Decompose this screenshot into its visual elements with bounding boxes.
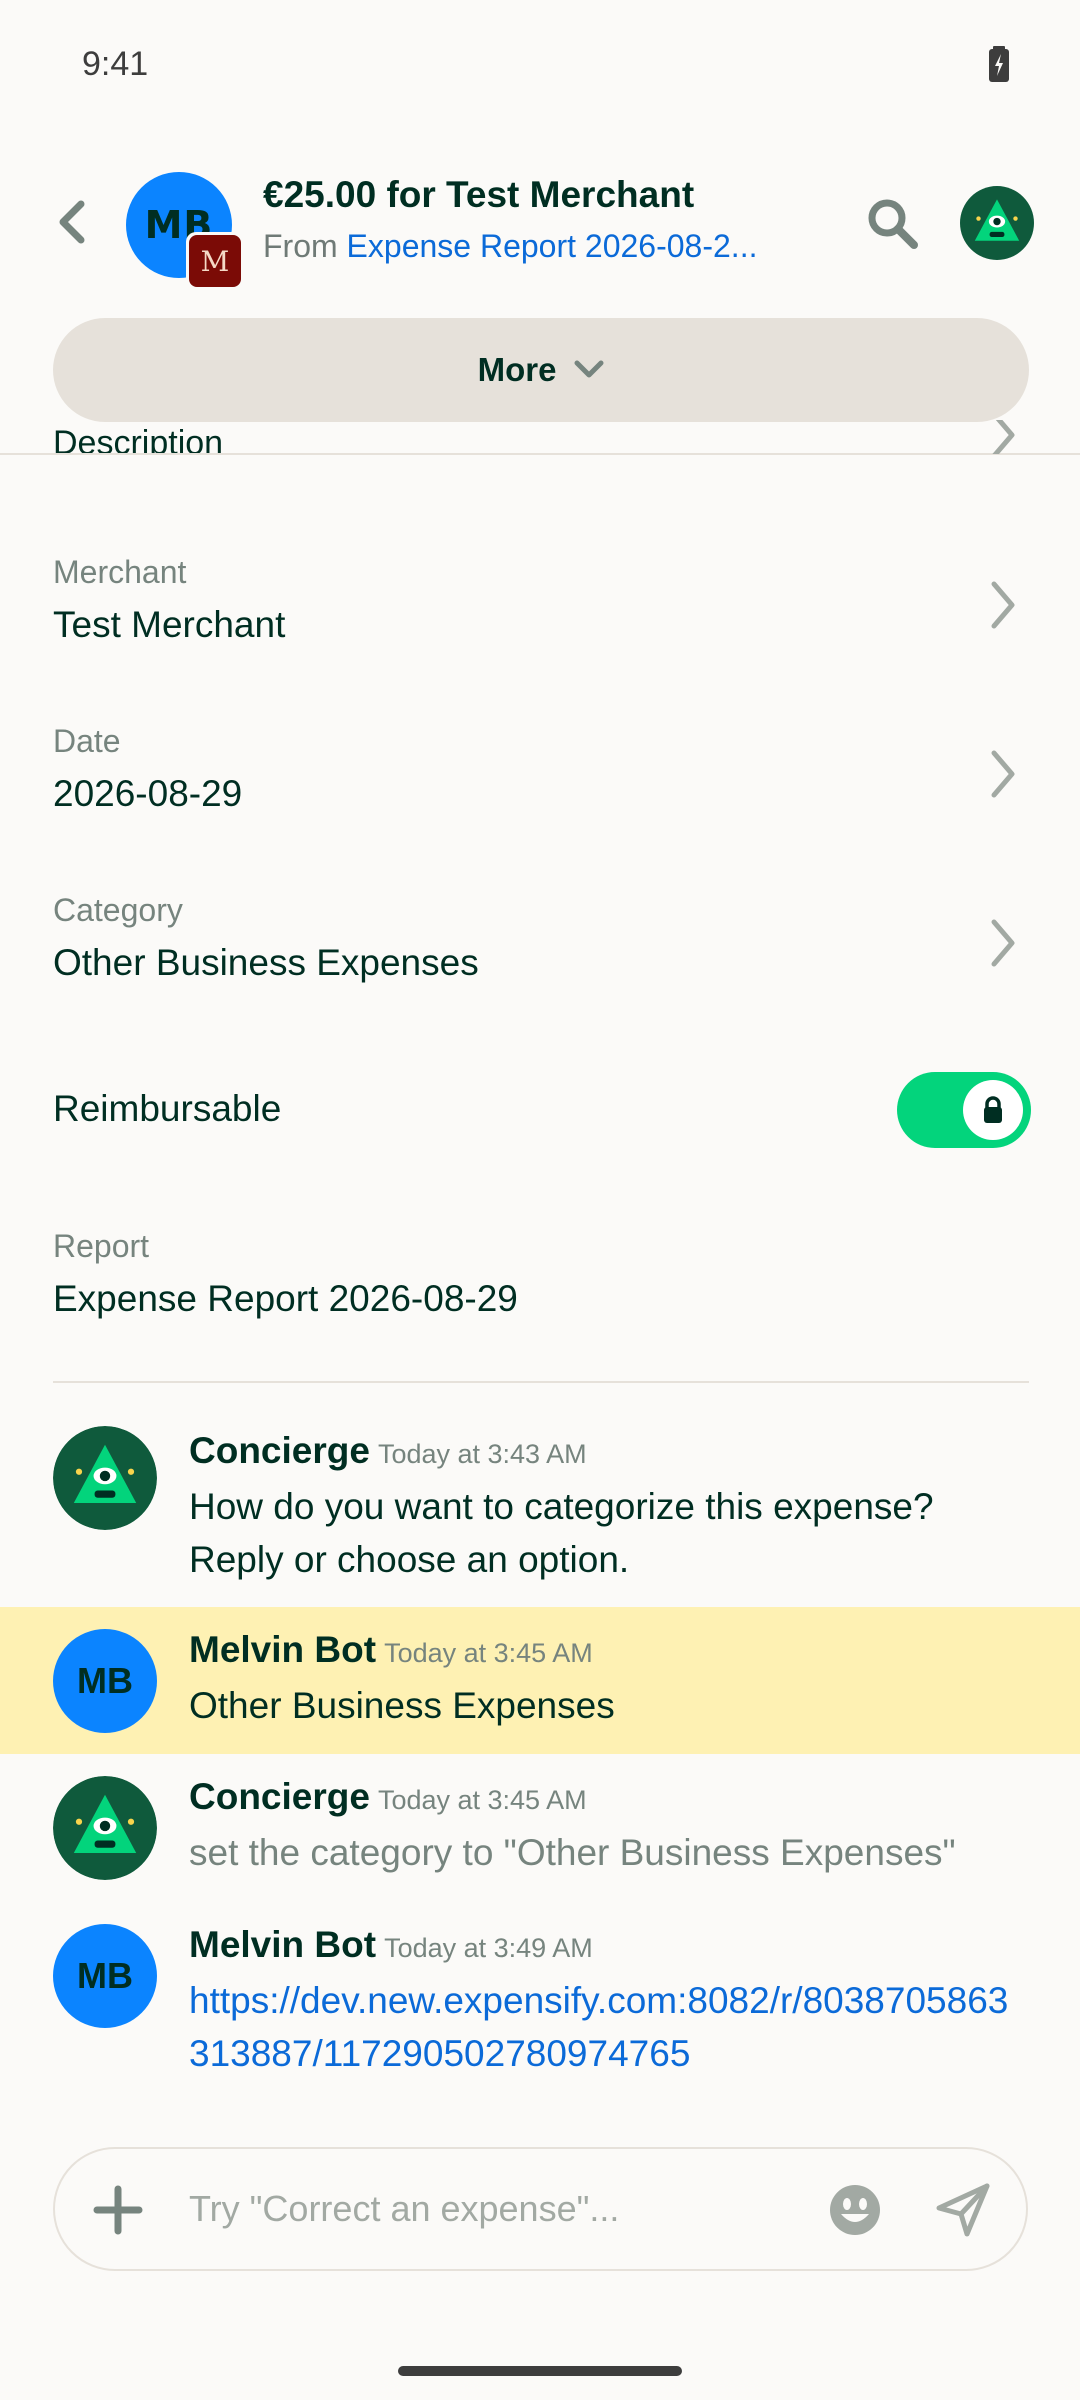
report-subtitle: From Expense Report 2026-08-2...: [263, 228, 803, 265]
report-row: Report Expense Report 2026-08-29: [0, 1228, 1080, 1388]
message-author[interactable]: Concierge: [189, 1776, 370, 1817]
category-row[interactable]: Category Other Business Expenses: [0, 892, 1080, 1052]
reimbursable-label: Reimbursable: [53, 1088, 282, 1129]
status-time: 9:41: [82, 44, 149, 83]
merchant-label: Merchant: [53, 554, 187, 590]
message-text: How do you want to categorize this expen…: [189, 1486, 934, 1580]
emoji-icon[interactable]: [827, 2182, 883, 2238]
back-arrow-icon: [59, 200, 85, 244]
status-bar: 9:41: [0, 0, 1080, 128]
avatar[interactable]: MB: [53, 1924, 157, 2028]
category-label: Category: [53, 892, 183, 928]
merchant-value: Test Merchant: [53, 604, 286, 645]
message-author[interactable]: Concierge: [189, 1430, 370, 1471]
chevron-right-icon: [992, 420, 1015, 454]
message-time: Today at 3:43 AM: [377, 1439, 587, 1469]
message-author[interactable]: Melvin Bot: [189, 1629, 376, 1670]
concierge-icon[interactable]: [53, 1426, 157, 1530]
page-title: €25.00 for Test Merchant: [263, 174, 695, 215]
avatar-initials: MB: [77, 1660, 133, 1701]
back-button[interactable]: [48, 192, 96, 252]
date-label: Date: [53, 723, 121, 759]
description-label-clipped: Description: [53, 424, 224, 453]
merchant-row[interactable]: Merchant Test Merchant: [0, 554, 1080, 714]
home-indicator[interactable]: [398, 2366, 682, 2376]
report-link[interactable]: Expense Report 2026-08-2...: [347, 228, 758, 264]
header-divider: [0, 453, 1080, 455]
message-time: Today at 3:45 AM: [377, 1785, 587, 1815]
toggle-knob: [963, 1080, 1023, 1140]
report-value: Expense Report 2026-08-29: [53, 1278, 518, 1319]
message-text: Other Business Expenses: [189, 1685, 615, 1726]
report-header: MB M €25.00 for Test Merchant From Expen…: [0, 140, 1080, 304]
concierge-icon: [960, 186, 1034, 260]
chat-message[interactable]: MB Melvin Bot Today at 3:49 AM https://de…: [0, 1902, 1080, 2102]
more-label: More: [477, 351, 557, 388]
message-text: set the category to "Other Business Expe…: [189, 1832, 956, 1873]
report-label: Report: [53, 1228, 150, 1264]
from-label: From: [263, 228, 338, 264]
chat-message[interactable]: Concierge Today at 3:45 AM set the catego…: [0, 1754, 1080, 1902]
message-composer: [53, 2147, 1028, 2271]
chevron-right-icon: [991, 919, 1015, 967]
composer-input[interactable]: [189, 2179, 829, 2239]
avatar[interactable]: MB: [53, 1629, 157, 1733]
message-time: Today at 3:45 AM: [384, 1638, 593, 1668]
plus-icon[interactable]: [91, 2183, 145, 2237]
section-divider: [53, 1381, 1029, 1383]
message-author[interactable]: Melvin Bot: [189, 1924, 376, 1965]
chat-message[interactable]: Concierge Today at 3:43 AM How do you wan…: [0, 1410, 1080, 1606]
more-button[interactable]: More: [53, 318, 1029, 422]
chevron-right-icon: [991, 581, 1015, 629]
lock-icon: [984, 1096, 1002, 1123]
chevron-down-icon: [574, 360, 604, 378]
category-value: Other Business Expenses: [53, 942, 479, 983]
reimbursable-toggle[interactable]: [897, 1072, 1031, 1148]
search-icon: [868, 199, 918, 249]
workspace-avatar: M: [186, 232, 244, 290]
concierge-icon[interactable]: [53, 1776, 157, 1880]
message-link[interactable]: https://dev.new.expensify.com:8082/r/803…: [189, 1974, 1009, 2080]
search-button[interactable]: [862, 194, 922, 254]
message-header: Concierge Today at 3:43 AM: [189, 1430, 587, 1472]
message-time: Today at 3:49 AM: [384, 1933, 593, 1963]
message-header: Melvin Bot Today at 3:49 AM: [189, 1924, 593, 1966]
message-header: Concierge Today at 3:45 AM: [189, 1776, 587, 1818]
reimbursable-row: Reimbursable: [0, 1060, 1080, 1160]
chat-message-highlighted[interactable]: MB Melvin Bot Today at 3:45 AM Other Busi…: [0, 1607, 1080, 1754]
date-value: 2026-08-29: [53, 773, 243, 814]
battery-icon: [989, 46, 1009, 82]
message-header: Melvin Bot Today at 3:45 AM: [189, 1629, 593, 1671]
chevron-right-icon: [991, 750, 1015, 798]
workspace-avatar-letter: M: [189, 235, 241, 287]
send-icon[interactable]: [935, 2182, 991, 2238]
date-row[interactable]: Date 2026-08-29: [0, 723, 1080, 883]
avatar-initials: MB: [77, 1955, 133, 1996]
concierge-avatar-button[interactable]: [960, 186, 1034, 260]
